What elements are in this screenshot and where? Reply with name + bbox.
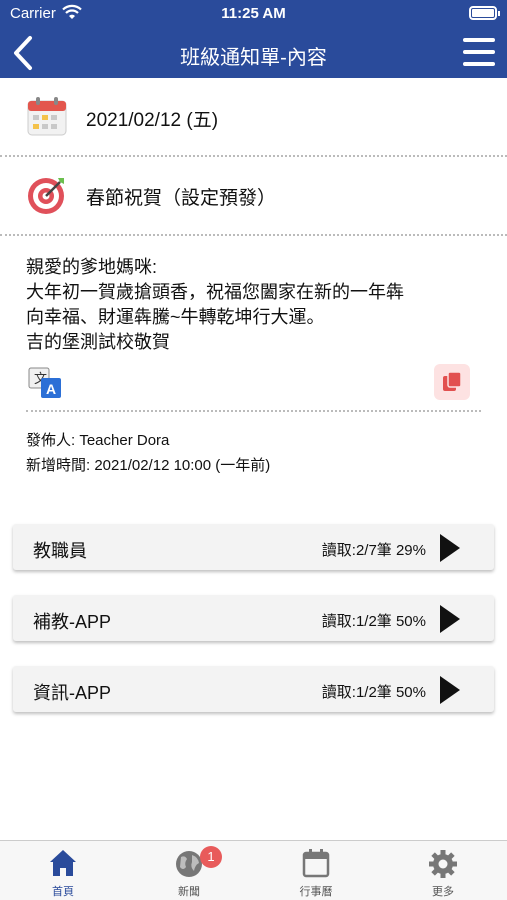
tab-bar: 首頁 1 新聞 行事曆 更多 [0, 840, 507, 900]
copy-button[interactable] [434, 364, 470, 400]
tab-label: 首頁 [52, 886, 74, 898]
publisher-text: 發佈人: Teacher Dora [26, 432, 170, 449]
copy-icon [443, 371, 462, 391]
group-name: 教職員 [33, 541, 87, 561]
group-name: 補教-APP [33, 612, 112, 632]
play-arrow-icon[interactable] [440, 534, 460, 562]
message-line: 向幸福、財運犇騰~牛轉乾坤行大運。 [26, 307, 325, 327]
status-bar: Carrier 11:25 AM [0, 0, 507, 28]
message-line: 大年初一賀歲搶頭香，祝福您闔家在新的一年犇 [26, 282, 404, 302]
divider [0, 234, 507, 236]
gear-icon [429, 850, 457, 878]
message-line: 吉的堡測試校敬賀 [26, 332, 170, 352]
date-row: 2021/02/12 (五) [0, 78, 507, 156]
read-group-row[interactable]: 補教-APP 讀取:1/2筆 50% [13, 595, 494, 641]
date-text: 2021/02/12 (五) [86, 110, 219, 131]
notification-badge: 1 [200, 846, 222, 868]
message-line: 親愛的爹地媽咪: [26, 257, 158, 277]
tab-label: 新聞 [178, 886, 200, 898]
tab-label: 更多 [432, 886, 454, 898]
translate-icon[interactable]: 文 A [28, 367, 62, 399]
hamburger-menu-icon[interactable] [463, 38, 495, 66]
created-time-text: 新增時間: 2021/02/12 10:00 (一年前) [26, 457, 271, 474]
read-group-row[interactable]: 教職員 讀取:2/7筆 29% [13, 524, 494, 570]
target-icon [28, 178, 64, 214]
group-name: 資訊-APP [33, 683, 112, 703]
tab-home[interactable]: 首頁 [0, 841, 126, 900]
status-time: 11:25 AM [221, 5, 286, 22]
divider [26, 410, 481, 412]
read-group-row[interactable]: 資訊-APP 讀取:1/2筆 50% [13, 666, 494, 712]
play-arrow-icon[interactable] [440, 605, 460, 633]
message-body: 親愛的爹地媽咪: 大年初一賀歲搶頭香，祝福您闔家在新的一年犇 向幸福、財運犇騰~… [26, 255, 486, 355]
subject-text: 春節祝賀（設定預發） [86, 188, 277, 209]
group-read-stat: 讀取:1/2筆 50% [321, 613, 426, 630]
tab-more[interactable]: 更多 [380, 841, 506, 900]
play-arrow-icon[interactable] [440, 676, 460, 704]
tab-label: 行事曆 [299, 886, 333, 898]
battery-icon [469, 6, 500, 20]
tab-news[interactable]: 1 新聞 [126, 841, 252, 900]
svg-text:A: A [46, 381, 56, 397]
tab-calendar[interactable]: 行事曆 [253, 841, 379, 900]
home-icon [50, 850, 76, 876]
group-read-stat: 讀取:1/2筆 50% [321, 684, 426, 701]
calendar-icon [302, 849, 330, 878]
subject-row: 春節祝賀（設定預發） [0, 156, 507, 234]
globe-icon [176, 851, 202, 877]
calendar-icon [27, 97, 67, 136]
nav-bar: 班級通知單-內容 [0, 28, 507, 78]
group-read-stat: 讀取:2/7筆 29% [321, 542, 426, 559]
page-title: 班級通知單-內容 [180, 47, 327, 69]
